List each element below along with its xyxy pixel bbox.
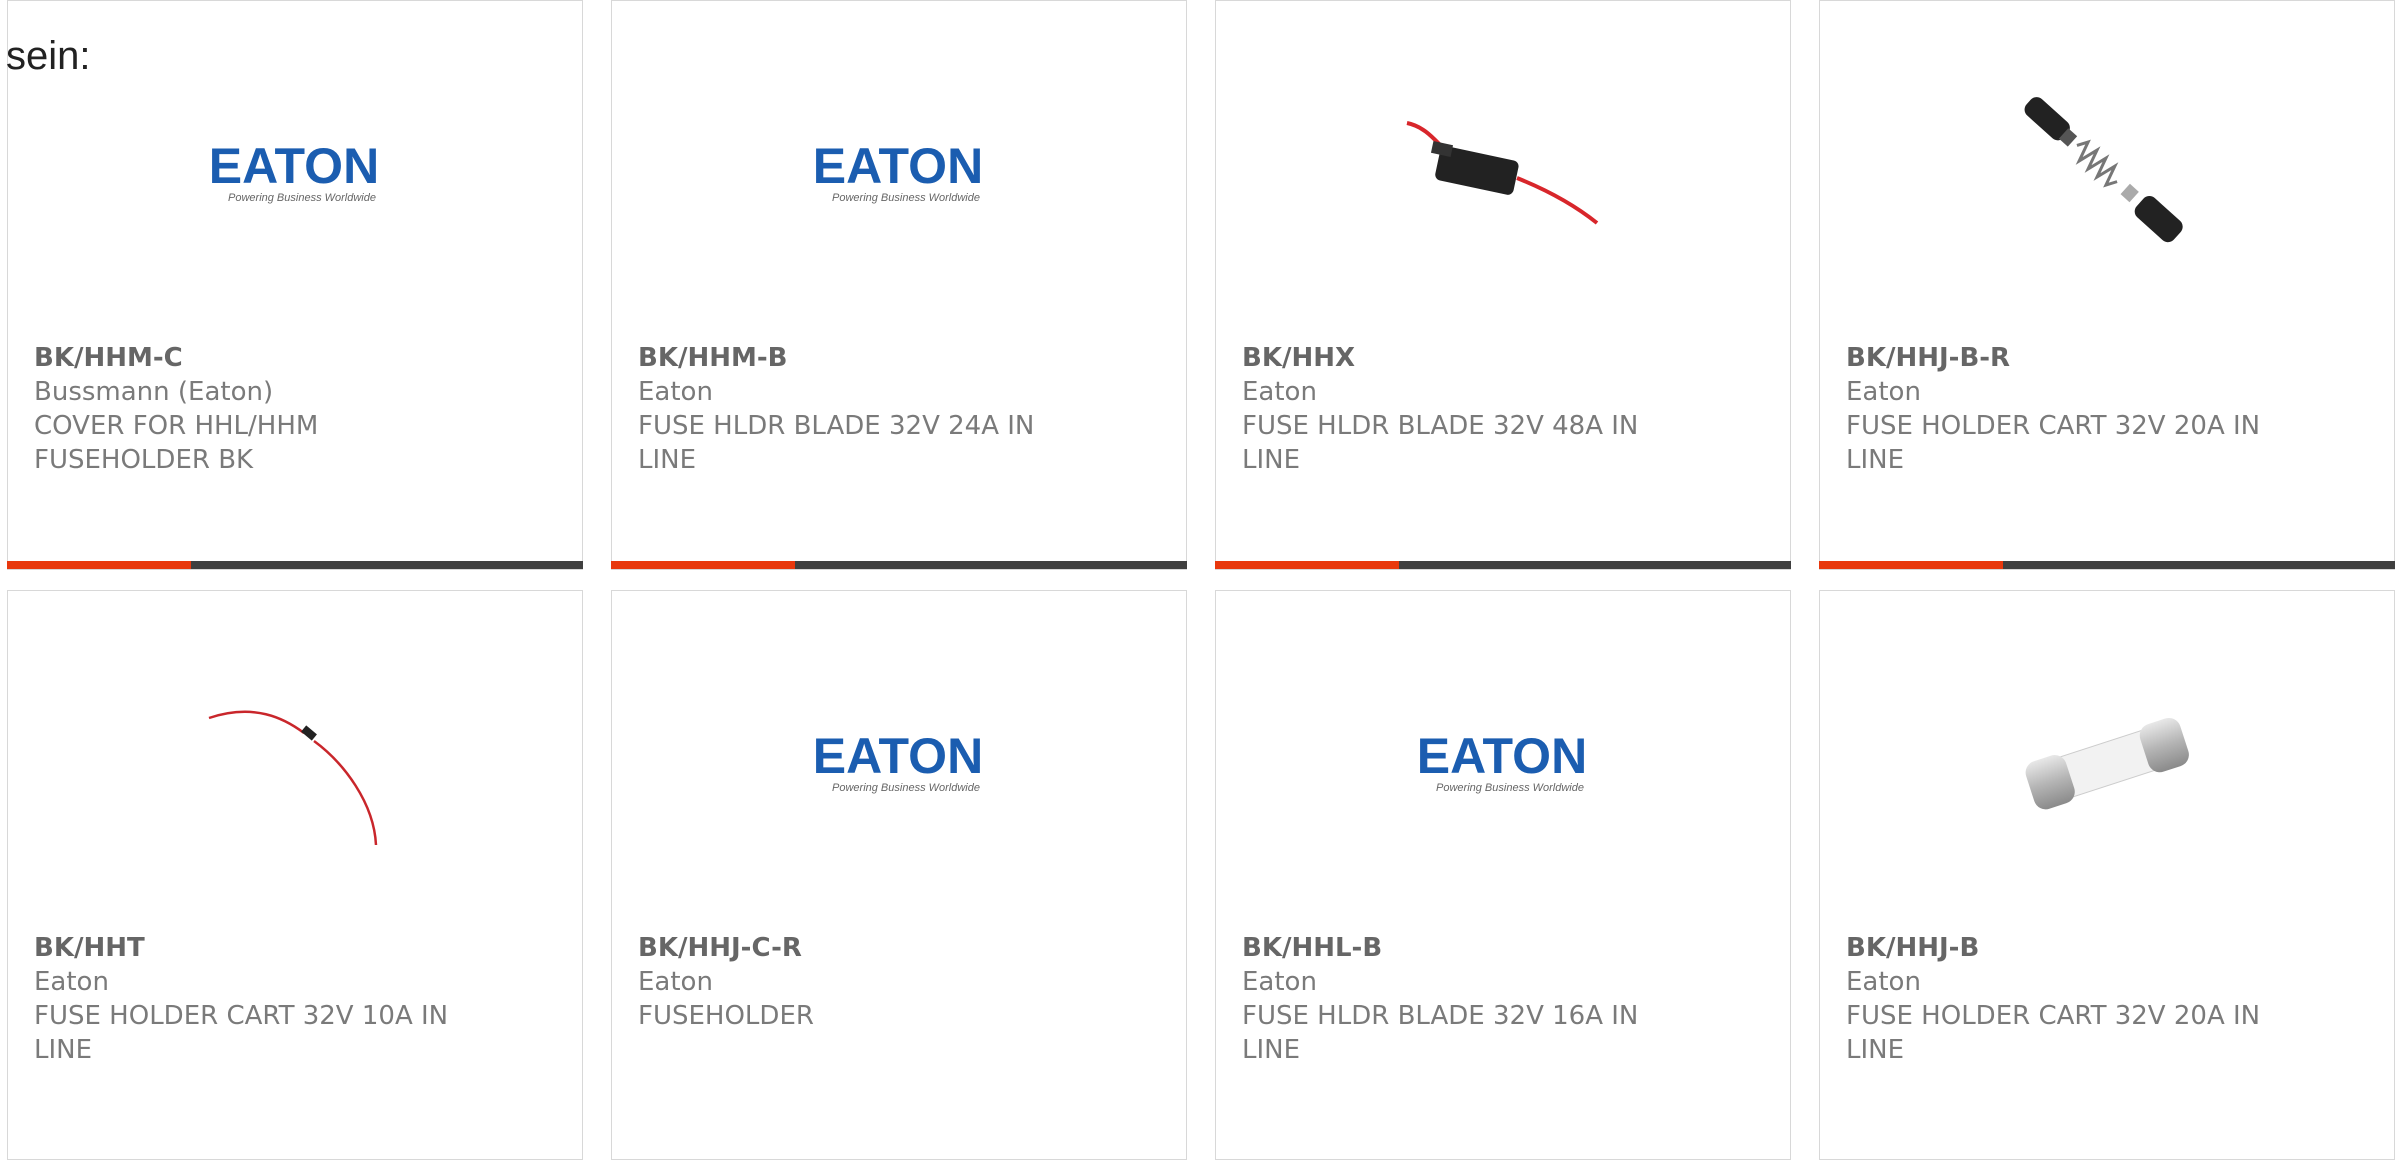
description-text: FUSEHOLDER (638, 1001, 814, 1031)
manufacturer-label: Eaton (1242, 967, 1317, 997)
svg-text:Powering Business Worldwide: Powering Business Worldwide (1436, 782, 1584, 794)
eaton-logo: EATON Powering Business Worldwide (798, 663, 998, 863)
card-progress-fill (611, 561, 796, 569)
svg-text:Powering Business Worldwide: Powering Business Worldwide (228, 192, 376, 204)
manufacturer-label: Eaton (638, 377, 713, 407)
product-card[interactable]: BK/HHJ-B-R Eaton FUSE HOLDER CART 32V 20… (1819, 0, 2395, 570)
svg-text:Powering Business Worldwide: Powering Business Worldwide (832, 782, 980, 794)
description-text: COVER FOR HHL/HHM FUSEHOLDER BK (34, 411, 319, 475)
product-card[interactable]: BK/HHJ-B Eaton FUSE HOLDER CART 32V 20A … (1819, 590, 2395, 1160)
part-number-link[interactable]: BK/HHT (34, 931, 494, 965)
product-info: BK/HHL-B Eaton FUSE HLDR BLADE 32V 16A I… (1242, 931, 1702, 1067)
eaton-logo: EATON Powering Business Worldwide (1402, 663, 1602, 863)
product-info: BK/HHJ-B-R Eaton FUSE HOLDER CART 32V 20… (1846, 341, 2306, 477)
product-info: BK/HHJ-C-R Eaton FUSEHOLDER (638, 931, 1098, 1033)
svg-text:EATON: EATON (813, 138, 983, 194)
description-text: FUSE HLDR BLADE 32V 24A IN LINE (638, 411, 1035, 475)
product-card[interactable]: BK/HHX Eaton FUSE HLDR BLADE 32V 48A IN … (1215, 0, 1791, 570)
product-card[interactable]: EATON Powering Business Worldwide BK/HHM… (7, 0, 583, 570)
card-progress-bar (1819, 561, 2395, 569)
manufacturer-label: Eaton (1242, 377, 1317, 407)
glass-fuse-photo (2006, 663, 2206, 863)
card-progress-fill (1215, 561, 1400, 569)
part-number-link[interactable]: BK/HHJ-B (1846, 931, 2306, 965)
product-card[interactable]: EATON Powering Business Worldwide BK/HHL… (1215, 590, 1791, 1160)
product-info: BK/HHJ-B Eaton FUSE HOLDER CART 32V 20A … (1846, 931, 2306, 1067)
manufacturer-label: Eaton (1846, 377, 1921, 407)
description-text: FUSE HOLDER CART 32V 20A IN LINE (1846, 1001, 2261, 1065)
product-info: BK/HHT Eaton FUSE HOLDER CART 32V 10A IN… (34, 931, 494, 1067)
description-text: FUSE HOLDER CART 32V 10A IN LINE (34, 1001, 449, 1065)
description-text: FUSE HLDR BLADE 32V 16A IN LINE (1242, 1001, 1639, 1065)
product-card[interactable]: EATON Powering Business Worldwide BK/HHJ… (611, 590, 1187, 1160)
description-text: FUSE HLDR BLADE 32V 48A IN LINE (1242, 411, 1639, 475)
svg-text:Powering Business Worldwide: Powering Business Worldwide (832, 192, 980, 204)
product-info: BK/HHX Eaton FUSE HLDR BLADE 32V 48A IN … (1242, 341, 1702, 477)
description-text: FUSE HOLDER CART 32V 20A IN LINE (1846, 411, 2261, 475)
manufacturer-label: Bussmann (Eaton) (34, 377, 274, 407)
part-number-link[interactable]: BK/HHJ-C-R (638, 931, 1098, 965)
card-progress-bar (611, 561, 1187, 569)
svg-text:EATON: EATON (813, 728, 983, 784)
svg-text:EATON: EATON (209, 138, 379, 194)
manufacturer-label: Eaton (1846, 967, 1921, 997)
card-progress-bar (1215, 561, 1791, 569)
card-progress-fill (7, 561, 192, 569)
eaton-logo: EATON Powering Business Worldwide (194, 73, 394, 273)
intro-text: sein: (6, 34, 91, 78)
part-number-link[interactable]: BK/HHM-C (34, 341, 494, 375)
product-card[interactable]: BK/HHT Eaton FUSE HOLDER CART 32V 10A IN… (7, 590, 583, 1160)
card-progress-bar (7, 561, 583, 569)
blade-fuse-holder-photo (1402, 73, 1602, 273)
card-progress-fill (1819, 561, 2004, 569)
cartridge-holder-parts-photo (2006, 73, 2206, 273)
inline-wire-photo (194, 663, 394, 863)
product-info: BK/HHM-B Eaton FUSE HLDR BLADE 32V 24A I… (638, 341, 1098, 477)
manufacturer-label: Eaton (638, 967, 713, 997)
part-number-link[interactable]: BK/HHX (1242, 341, 1702, 375)
manufacturer-label: Eaton (34, 967, 109, 997)
product-card[interactable]: EATON Powering Business Worldwide BK/HHM… (611, 0, 1187, 570)
svg-text:EATON: EATON (1417, 728, 1587, 784)
part-number-link[interactable]: BK/HHL-B (1242, 931, 1702, 965)
part-number-link[interactable]: BK/HHM-B (638, 341, 1098, 375)
eaton-logo: EATON Powering Business Worldwide (798, 73, 998, 273)
product-info: BK/HHM-C Bussmann (Eaton) COVER FOR HHL/… (34, 341, 494, 477)
part-number-link[interactable]: BK/HHJ-B-R (1846, 341, 2306, 375)
